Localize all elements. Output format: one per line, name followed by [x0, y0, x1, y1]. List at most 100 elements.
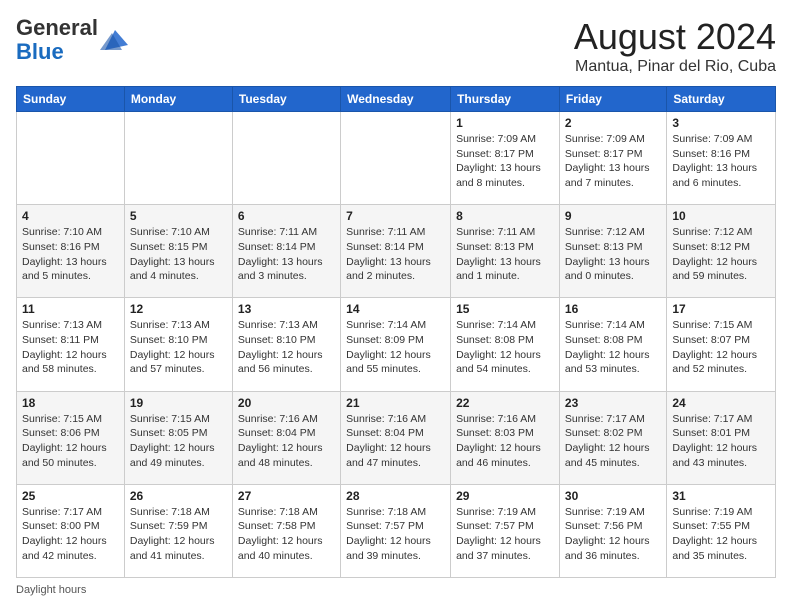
calendar-cell: 29 Sunrise: 7:19 AMSunset: 7:57 PMDayligh… — [451, 484, 560, 577]
calendar-cell — [17, 112, 125, 205]
day-number: 1 — [456, 116, 554, 130]
calendar-cell: 28Sunrise: 7:18 AMSunset: 7:57 PMDayligh… — [341, 484, 451, 577]
calendar-cell: 6 Sunrise: 7:11 AMSunset: 8:14 PMDaylight… — [232, 205, 340, 298]
calendar-cell — [124, 112, 232, 205]
calendar-cell: 12 Sunrise: 7:13 AMSunset: 8:10 PMDayligh… — [124, 298, 232, 391]
month-year: August 2024 — [574, 16, 776, 58]
day-number: 15 — [456, 302, 554, 316]
day-info: Sunrise: 7:16 AMSunset: 8:04 PMDaylight:… — [346, 412, 445, 471]
day-number: 8 — [456, 209, 554, 223]
day-number: 12 — [130, 302, 227, 316]
day-info: Sunrise: 7:09 AMSunset: 8:16 PMDaylight:… — [672, 132, 770, 191]
day-number: 4 — [22, 209, 119, 223]
calendar-cell: 30 Sunrise: 7:19 AMSunset: 7:56 PMDayligh… — [559, 484, 666, 577]
day-number: 21 — [346, 396, 445, 410]
calendar-cell: 19Sunrise: 7:15 AMSunset: 8:05 PMDayligh… — [124, 391, 232, 484]
day-info: Sunrise: 7:13 AMSunset: 8:10 PMDaylight:… — [130, 318, 227, 377]
calendar-cell: 17 Sunrise: 7:15 AMSunset: 8:07 PMDayligh… — [667, 298, 776, 391]
calendar-cell: 16Sunrise: 7:14 AMSunset: 8:08 PMDayligh… — [559, 298, 666, 391]
day-number: 7 — [346, 209, 445, 223]
calendar-cell: 27Sunrise: 7:18 AMSunset: 7:58 PMDayligh… — [232, 484, 340, 577]
day-number: 22 — [456, 396, 554, 410]
location: Mantua, Pinar del Rio, Cuba — [574, 58, 776, 76]
calendar-cell: 9Sunrise: 7:12 AMSunset: 8:13 PMDaylight… — [559, 205, 666, 298]
calendar-cell: 5 Sunrise: 7:10 AMSunset: 8:15 PMDaylight… — [124, 205, 232, 298]
day-number: 28 — [346, 489, 445, 503]
day-info: Sunrise: 7:17 AMSunset: 8:02 PMDaylight:… — [565, 412, 661, 471]
calendar-cell: 22Sunrise: 7:16 AMSunset: 8:03 PMDayligh… — [451, 391, 560, 484]
day-number: 14 — [346, 302, 445, 316]
day-number: 11 — [22, 302, 119, 316]
page-header: General Blue August 2024 Mantua, Pinar d… — [16, 16, 776, 76]
calendar-table: SundayMondayTuesdayWednesdayThursdayFrid… — [16, 86, 776, 578]
day-info: Sunrise: 7:18 AMSunset: 7:59 PMDaylight:… — [130, 505, 227, 564]
calendar-week-row: 18 Sunrise: 7:15 AMSunset: 8:06 PMDayligh… — [17, 391, 776, 484]
day-info: Sunrise: 7:10 AMSunset: 8:15 PMDaylight:… — [130, 225, 227, 284]
calendar-day-header: Monday — [124, 87, 232, 112]
day-info: Sunrise: 7:15 AMSunset: 8:06 PMDaylight:… — [22, 412, 119, 471]
day-info: Sunrise: 7:09 AMSunset: 8:17 PMDaylight:… — [565, 132, 661, 191]
day-info: Sunrise: 7:19 AMSunset: 7:55 PMDaylight:… — [672, 505, 770, 564]
day-number: 29 — [456, 489, 554, 503]
calendar-cell: 24Sunrise: 7:17 AMSunset: 8:01 PMDayligh… — [667, 391, 776, 484]
calendar-cell: 31Sunrise: 7:19 AMSunset: 7:55 PMDayligh… — [667, 484, 776, 577]
day-info: Sunrise: 7:12 AMSunset: 8:13 PMDaylight:… — [565, 225, 661, 284]
calendar-day-header: Sunday — [17, 87, 125, 112]
day-info: Sunrise: 7:15 AMSunset: 8:07 PMDaylight:… — [672, 318, 770, 377]
day-number: 27 — [238, 489, 335, 503]
day-info: Sunrise: 7:14 AMSunset: 8:08 PMDaylight:… — [456, 318, 554, 377]
day-number: 18 — [22, 396, 119, 410]
calendar-cell: 25 Sunrise: 7:17 AMSunset: 8:00 PMDayligh… — [17, 484, 125, 577]
day-info: Sunrise: 7:14 AMSunset: 8:09 PMDaylight:… — [346, 318, 445, 377]
calendar-week-row: 4 Sunrise: 7:10 AMSunset: 8:16 PMDaylight… — [17, 205, 776, 298]
calendar-header-row: SundayMondayTuesdayWednesdayThursdayFrid… — [17, 87, 776, 112]
logo: General Blue — [16, 16, 130, 64]
calendar-cell: 7 Sunrise: 7:11 AMSunset: 8:14 PMDaylight… — [341, 205, 451, 298]
calendar-cell: 21 Sunrise: 7:16 AMSunset: 8:04 PMDayligh… — [341, 391, 451, 484]
calendar-cell: 11Sunrise: 7:13 AMSunset: 8:11 PMDayligh… — [17, 298, 125, 391]
calendar-cell — [341, 112, 451, 205]
footer-note: Daylight hours — [16, 584, 776, 596]
day-number: 25 — [22, 489, 119, 503]
calendar-cell: 1Sunrise: 7:09 AMSunset: 8:17 PMDaylight… — [451, 112, 560, 205]
calendar-day-header: Friday — [559, 87, 666, 112]
calendar-cell: 23 Sunrise: 7:17 AMSunset: 8:02 PMDayligh… — [559, 391, 666, 484]
day-number: 17 — [672, 302, 770, 316]
day-number: 5 — [130, 209, 227, 223]
day-info: Sunrise: 7:10 AMSunset: 8:16 PMDaylight:… — [22, 225, 119, 284]
calendar-day-header: Wednesday — [341, 87, 451, 112]
day-info: Sunrise: 7:16 AMSunset: 8:04 PMDaylight:… — [238, 412, 335, 471]
calendar-cell: 14 Sunrise: 7:14 AMSunset: 8:09 PMDayligh… — [341, 298, 451, 391]
calendar-cell: 20 Sunrise: 7:16 AMSunset: 8:04 PMDayligh… — [232, 391, 340, 484]
calendar-cell: 2Sunrise: 7:09 AMSunset: 8:17 PMDaylight… — [559, 112, 666, 205]
day-info: Sunrise: 7:11 AMSunset: 8:14 PMDaylight:… — [346, 225, 445, 284]
day-number: 30 — [565, 489, 661, 503]
day-info: Sunrise: 7:19 AMSunset: 7:56 PMDaylight:… — [565, 505, 661, 564]
day-info: Sunrise: 7:12 AMSunset: 8:12 PMDaylight:… — [672, 225, 770, 284]
day-info: Sunrise: 7:19 AMSunset: 7:57 PMDaylight:… — [456, 505, 554, 564]
day-info: Sunrise: 7:13 AMSunset: 8:10 PMDaylight:… — [238, 318, 335, 377]
logo-general: General — [16, 15, 98, 40]
calendar-week-row: 25 Sunrise: 7:17 AMSunset: 8:00 PMDayligh… — [17, 484, 776, 577]
calendar-cell: 8Sunrise: 7:11 AMSunset: 8:13 PMDaylight… — [451, 205, 560, 298]
day-number: 10 — [672, 209, 770, 223]
day-number: 6 — [238, 209, 335, 223]
day-info: Sunrise: 7:15 AMSunset: 8:05 PMDaylight:… — [130, 412, 227, 471]
title-block: August 2024 Mantua, Pinar del Rio, Cuba — [574, 16, 776, 76]
day-number: 13 — [238, 302, 335, 316]
calendar-week-row: 1 Sunrise: 7:09 AMSunset: 8:17 PMDaylight… — [17, 112, 776, 205]
logo-icon — [100, 25, 130, 55]
day-number: 23 — [565, 396, 661, 410]
day-number: 16 — [565, 302, 661, 316]
calendar-cell: 3Sunrise: 7:09 AMSunset: 8:16 PMDaylight… — [667, 112, 776, 205]
day-info: Sunrise: 7:11 AMSunset: 8:14 PMDaylight:… — [238, 225, 335, 284]
day-info: Sunrise: 7:17 AMSunset: 8:00 PMDaylight:… — [22, 505, 119, 564]
calendar-cell — [232, 112, 340, 205]
calendar-cell: 10 Sunrise: 7:12 AMSunset: 8:12 PMDayligh… — [667, 205, 776, 298]
calendar-day-header: Tuesday — [232, 87, 340, 112]
day-number: 20 — [238, 396, 335, 410]
calendar-cell: 4 Sunrise: 7:10 AMSunset: 8:16 PMDaylight… — [17, 205, 125, 298]
calendar-day-header: Thursday — [451, 87, 560, 112]
day-number: 24 — [672, 396, 770, 410]
calendar-cell: 13 Sunrise: 7:13 AMSunset: 8:10 PMDayligh… — [232, 298, 340, 391]
